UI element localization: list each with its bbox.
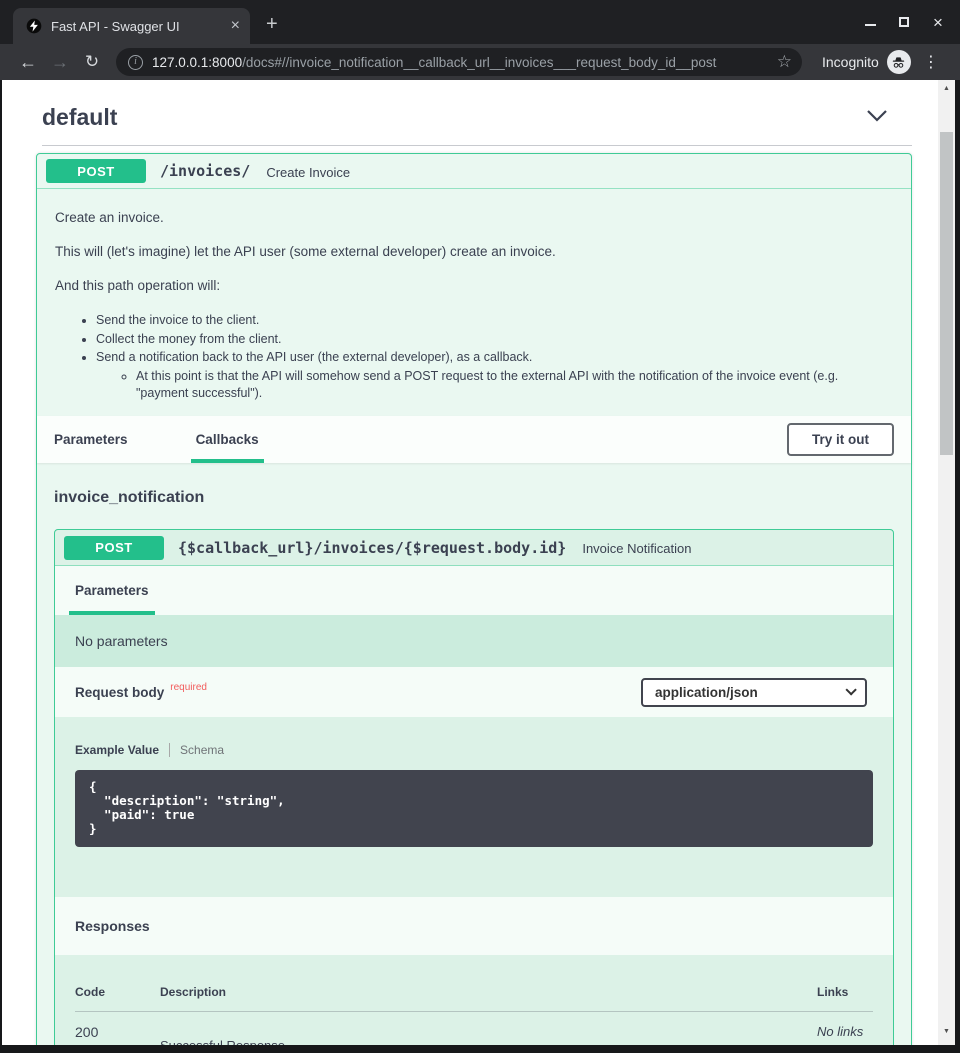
select-chevron-icon: [845, 684, 856, 695]
opblock-summary[interactable]: POST /invoices/ Create Invoice: [37, 154, 911, 189]
tab-callbacks[interactable]: Callbacks: [196, 416, 259, 463]
browser-menu-icon[interactable]: ⋮: [923, 52, 939, 72]
list-item-text: Send a notification back to the API user…: [96, 350, 532, 364]
tab-schema[interactable]: Schema: [180, 743, 224, 757]
example-tabs: Example Value Schema: [75, 743, 873, 757]
minimize-icon: [865, 24, 876, 26]
swagger-page: default POST /invoices/ Create Invoice C…: [2, 80, 938, 1045]
bookmark-star-icon[interactable]: ☆: [777, 52, 792, 72]
operation-tab-bar: Parameters Callbacks Try it out: [37, 416, 911, 463]
description-paragraph: This will (let's imagine) let the API us…: [55, 243, 893, 261]
url-bar[interactable]: i 127.0.0.1:8000/docs#//invoice_notifica…: [116, 48, 802, 76]
window-maximize-button[interactable]: [894, 12, 914, 32]
no-parameters-row: No parameters: [55, 615, 893, 667]
tab-parameters-inner[interactable]: Parameters: [75, 566, 149, 615]
column-code: Code: [75, 985, 160, 999]
api-section-header[interactable]: default: [2, 80, 938, 131]
callbacks-section: invoice_notification POST {$callback_url…: [37, 463, 911, 1045]
url-host: 127.0.0.1:8000: [152, 55, 242, 70]
description-list: Send the invoice to the client. Collect …: [55, 312, 893, 402]
window-controls: ×: [860, 0, 960, 44]
column-description: Description: [160, 985, 817, 999]
example-section: Example Value Schema { "description": "s…: [55, 717, 893, 897]
response-code: 200: [75, 1024, 160, 1045]
list-item: Collect the money from the client.: [96, 331, 893, 348]
scrollbar-thumb[interactable]: [940, 132, 953, 455]
callback-name: invoice_notification: [54, 489, 894, 507]
tab-close-icon[interactable]: ×: [231, 18, 240, 34]
required-flag: required: [170, 682, 207, 693]
opblock-create-invoice: POST /invoices/ Create Invoice Create an…: [36, 153, 912, 1045]
back-icon[interactable]: ←: [12, 53, 44, 71]
list-item: Send a notification back to the API user…: [96, 349, 893, 402]
list-item: Send the invoice to the client.: [96, 312, 893, 329]
method-badge: POST: [64, 536, 164, 560]
tab-divider: [169, 743, 170, 757]
callback-summary[interactable]: POST {$callback_url}/invoices/{$request.…: [55, 530, 893, 566]
tab-example-value[interactable]: Example Value: [75, 743, 159, 757]
request-body-label: Request body: [75, 685, 164, 700]
fastapi-favicon-icon: [26, 18, 42, 34]
window-close-button[interactable]: ×: [928, 12, 948, 32]
maximize-icon: [899, 17, 909, 27]
forward-icon: →: [44, 53, 76, 71]
section-divider: [42, 145, 912, 146]
section-title: default: [42, 104, 117, 131]
titlebar: Fast API - Swagger UI × + ×: [0, 0, 960, 44]
window-minimize-button[interactable]: [860, 12, 880, 32]
no-parameters-text: No parameters: [75, 633, 168, 649]
tab-parameters[interactable]: Parameters: [54, 416, 128, 463]
description-paragraph: And this path operation will:: [55, 277, 893, 295]
opblock-invoice-notification: POST {$callback_url}/invoices/{$request.…: [54, 529, 894, 1045]
responses-title: Responses: [75, 918, 150, 934]
callback-path: {$callback_url}/invoices/{$request.body.…: [178, 539, 566, 557]
description-paragraph: Create an invoice.: [55, 209, 893, 227]
new-tab-button[interactable]: +: [266, 14, 278, 34]
sublist-item: At this point is that the API will someh…: [136, 368, 893, 402]
site-info-icon[interactable]: i: [128, 55, 143, 70]
callback-summary-text: Invoice Notification: [582, 539, 691, 556]
column-links: Links: [817, 985, 873, 999]
tab-title: Fast API - Swagger UI: [51, 19, 223, 34]
callback-tab-bar: Parameters: [55, 566, 893, 615]
incognito-label: Incognito: [822, 54, 879, 70]
browser-toolbar: ← → ↻ i 127.0.0.1:8000/docs#//invoice_no…: [0, 44, 960, 80]
responses-table-header: Code Description Links: [75, 985, 873, 1012]
page-content: default POST /invoices/ Create Invoice C…: [2, 80, 955, 1045]
responses-header: Responses: [55, 897, 893, 955]
example-code-block: { "description": "string", "paid": true …: [75, 770, 873, 847]
content-type-value: application/json: [655, 685, 758, 700]
responses-table: Code Description Links 200 Successful Re…: [55, 955, 893, 1045]
browser-tab[interactable]: Fast API - Swagger UI ×: [13, 8, 250, 44]
response-links: No links: [817, 1024, 873, 1045]
endpoint-summary: Create Invoice: [266, 163, 350, 180]
endpoint-path: /invoices/: [160, 162, 250, 180]
endpoint-description: Create an invoice. This will (let's imag…: [37, 189, 911, 414]
try-it-out-button[interactable]: Try it out: [787, 423, 894, 456]
table-row: 200 Successful Response No links: [75, 1012, 873, 1045]
response-description: Successful Response: [160, 1024, 817, 1045]
browser-window: Fast API - Swagger UI × + × ← → ↻ i 127.…: [0, 0, 960, 1053]
description-sublist: At this point is that the API will someh…: [96, 368, 893, 402]
scroll-up-icon[interactable]: ▲: [938, 80, 955, 96]
incognito-icon: [887, 50, 911, 74]
request-body-row: Request body required application/json: [55, 667, 893, 717]
method-badge: POST: [46, 159, 146, 183]
url-text: 127.0.0.1:8000/docs#//invoice_notificati…: [152, 55, 769, 70]
url-path: /docs#//invoice_notification__callback_u…: [242, 55, 716, 70]
content-type-select[interactable]: application/json: [641, 678, 867, 707]
chevron-down-icon[interactable]: [866, 109, 888, 127]
example-json: { "description": "string", "paid": true …: [89, 780, 859, 836]
reload-icon[interactable]: ↻: [76, 53, 108, 71]
scroll-down-icon[interactable]: ▼: [938, 1023, 955, 1039]
page-scrollbar[interactable]: ▲ ▼: [938, 80, 955, 1045]
